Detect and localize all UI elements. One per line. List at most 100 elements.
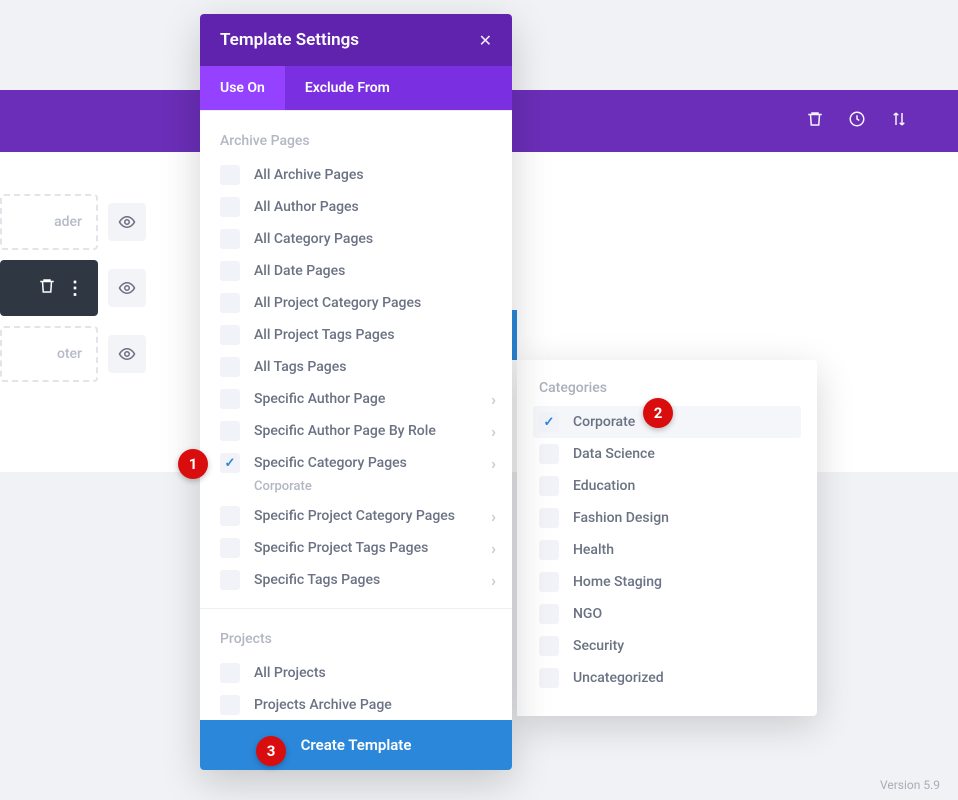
- option-row[interactable]: All Projects: [200, 657, 512, 689]
- option-label: Specific Tags Pages: [254, 572, 491, 588]
- header-slot[interactable]: ader: [0, 194, 98, 250]
- option-label: All Archive Pages: [254, 167, 496, 183]
- option-label: All Tags Pages: [254, 359, 496, 375]
- option-row[interactable]: All Project Tags Pages: [200, 319, 512, 351]
- option-label: Specific Project Tags Pages: [254, 540, 491, 556]
- option-label: Projects Archive Page: [254, 697, 496, 713]
- checkbox[interactable]: [539, 572, 559, 592]
- checkbox[interactable]: [220, 389, 240, 409]
- option-row[interactable]: Specific Author Page›: [200, 383, 512, 415]
- category-label: Fashion Design: [573, 510, 669, 526]
- chevron-right-icon: ›: [491, 390, 496, 409]
- checkbox[interactable]: [539, 540, 559, 560]
- category-option[interactable]: Education: [533, 470, 801, 502]
- category-label: Uncategorized: [573, 670, 664, 686]
- trash-icon[interactable]: [806, 110, 824, 132]
- checkbox[interactable]: [220, 197, 240, 217]
- category-option[interactable]: Data Science: [533, 438, 801, 470]
- category-option[interactable]: Home Staging: [533, 566, 801, 598]
- checkbox[interactable]: [539, 668, 559, 688]
- annotation-badge-1: 1: [178, 449, 208, 479]
- category-label: Home Staging: [573, 574, 662, 590]
- option-row[interactable]: All Date Pages: [200, 255, 512, 287]
- category-label: Security: [573, 638, 624, 654]
- template-area-list: ader ⋮ oter: [0, 186, 152, 410]
- checkbox[interactable]: [539, 476, 559, 496]
- option-row[interactable]: Specific Category Pages›: [200, 447, 512, 479]
- category-option[interactable]: Uncategorized: [533, 662, 801, 694]
- option-row[interactable]: All Archive Pages: [200, 159, 512, 191]
- option-row[interactable]: All Tags Pages: [200, 351, 512, 383]
- checkbox[interactable]: [539, 412, 559, 432]
- checkbox[interactable]: [220, 506, 240, 526]
- trash-icon[interactable]: [38, 277, 56, 299]
- checkbox[interactable]: [220, 663, 240, 683]
- modal-body: Archive Pages All Archive Pages All Author…: [200, 110, 512, 720]
- modal-title: Template Settings: [220, 30, 359, 50]
- categories-list: Corporate Data Science Education Fashion De…: [533, 406, 801, 694]
- template-slot-row: oter: [0, 326, 146, 382]
- chevron-right-icon: ›: [491, 539, 496, 558]
- option-row[interactable]: Projects Archive Page: [200, 689, 512, 720]
- slot-label: ader: [54, 214, 82, 230]
- clock-icon[interactable]: [848, 110, 866, 132]
- category-label: Education: [573, 478, 635, 494]
- category-label: NGO: [573, 606, 602, 622]
- checkbox[interactable]: [220, 453, 240, 473]
- checkbox[interactable]: [220, 421, 240, 441]
- checkbox[interactable]: [539, 604, 559, 624]
- option-label: Specific Project Category Pages: [254, 508, 491, 524]
- body-slot-active[interactable]: ⋮: [0, 260, 98, 316]
- checkbox[interactable]: [220, 695, 240, 715]
- option-label: All Project Category Pages: [254, 295, 496, 311]
- option-row[interactable]: Specific Project Tags Pages›: [200, 532, 512, 564]
- section-title: Archive Pages: [200, 111, 512, 159]
- checkbox[interactable]: [220, 538, 240, 558]
- slot-label: oter: [57, 346, 82, 362]
- option-label: All Date Pages: [254, 263, 496, 279]
- checkbox[interactable]: [539, 444, 559, 464]
- category-option[interactable]: Security: [533, 630, 801, 662]
- eye-icon: [118, 213, 136, 231]
- chevron-right-icon: ›: [491, 507, 496, 526]
- version-label: Version 5.9: [880, 778, 940, 792]
- checkbox[interactable]: [220, 293, 240, 313]
- footer-slot[interactable]: oter: [0, 326, 98, 382]
- more-icon[interactable]: ⋮: [66, 278, 84, 299]
- option-row[interactable]: Specific Tags Pages›: [200, 564, 512, 596]
- create-template-button[interactable]: Create Template: [200, 720, 512, 770]
- category-option[interactable]: Health: [533, 534, 801, 566]
- option-label: Specific Category Pages: [254, 455, 491, 471]
- checkbox[interactable]: [220, 229, 240, 249]
- checkbox[interactable]: [220, 570, 240, 590]
- tab-exclude-from[interactable]: Exclude From: [285, 66, 410, 110]
- eye-icon: [118, 345, 136, 363]
- option-label: All Project Tags Pages: [254, 327, 496, 343]
- close-icon[interactable]: ✕: [479, 31, 492, 50]
- visibility-toggle[interactable]: [108, 269, 146, 307]
- visibility-toggle[interactable]: [108, 203, 146, 241]
- checkbox[interactable]: [220, 325, 240, 345]
- checkbox[interactable]: [220, 357, 240, 377]
- annotation-badge-3: 3: [256, 736, 286, 766]
- option-row[interactable]: All Author Pages: [200, 191, 512, 223]
- option-label: Specific Author Page: [254, 391, 491, 407]
- tab-use-on[interactable]: Use On: [200, 66, 285, 110]
- sort-icon[interactable]: [890, 110, 908, 132]
- section-title: Projects: [200, 609, 512, 657]
- category-label: Corporate: [573, 414, 635, 430]
- option-row[interactable]: Specific Author Page By Role›: [200, 415, 512, 447]
- visibility-toggle[interactable]: [108, 335, 146, 373]
- category-option[interactable]: Fashion Design: [533, 502, 801, 534]
- option-row[interactable]: All Category Pages: [200, 223, 512, 255]
- template-slot-row: ⋮: [0, 260, 146, 316]
- option-row[interactable]: Specific Project Category Pages›: [200, 500, 512, 532]
- checkbox[interactable]: [220, 165, 240, 185]
- checkbox[interactable]: [539, 508, 559, 528]
- category-option[interactable]: NGO: [533, 598, 801, 630]
- category-label: Data Science: [573, 446, 655, 462]
- chevron-right-icon: ›: [491, 571, 496, 590]
- checkbox[interactable]: [539, 636, 559, 656]
- option-row[interactable]: All Project Category Pages: [200, 287, 512, 319]
- checkbox[interactable]: [220, 261, 240, 281]
